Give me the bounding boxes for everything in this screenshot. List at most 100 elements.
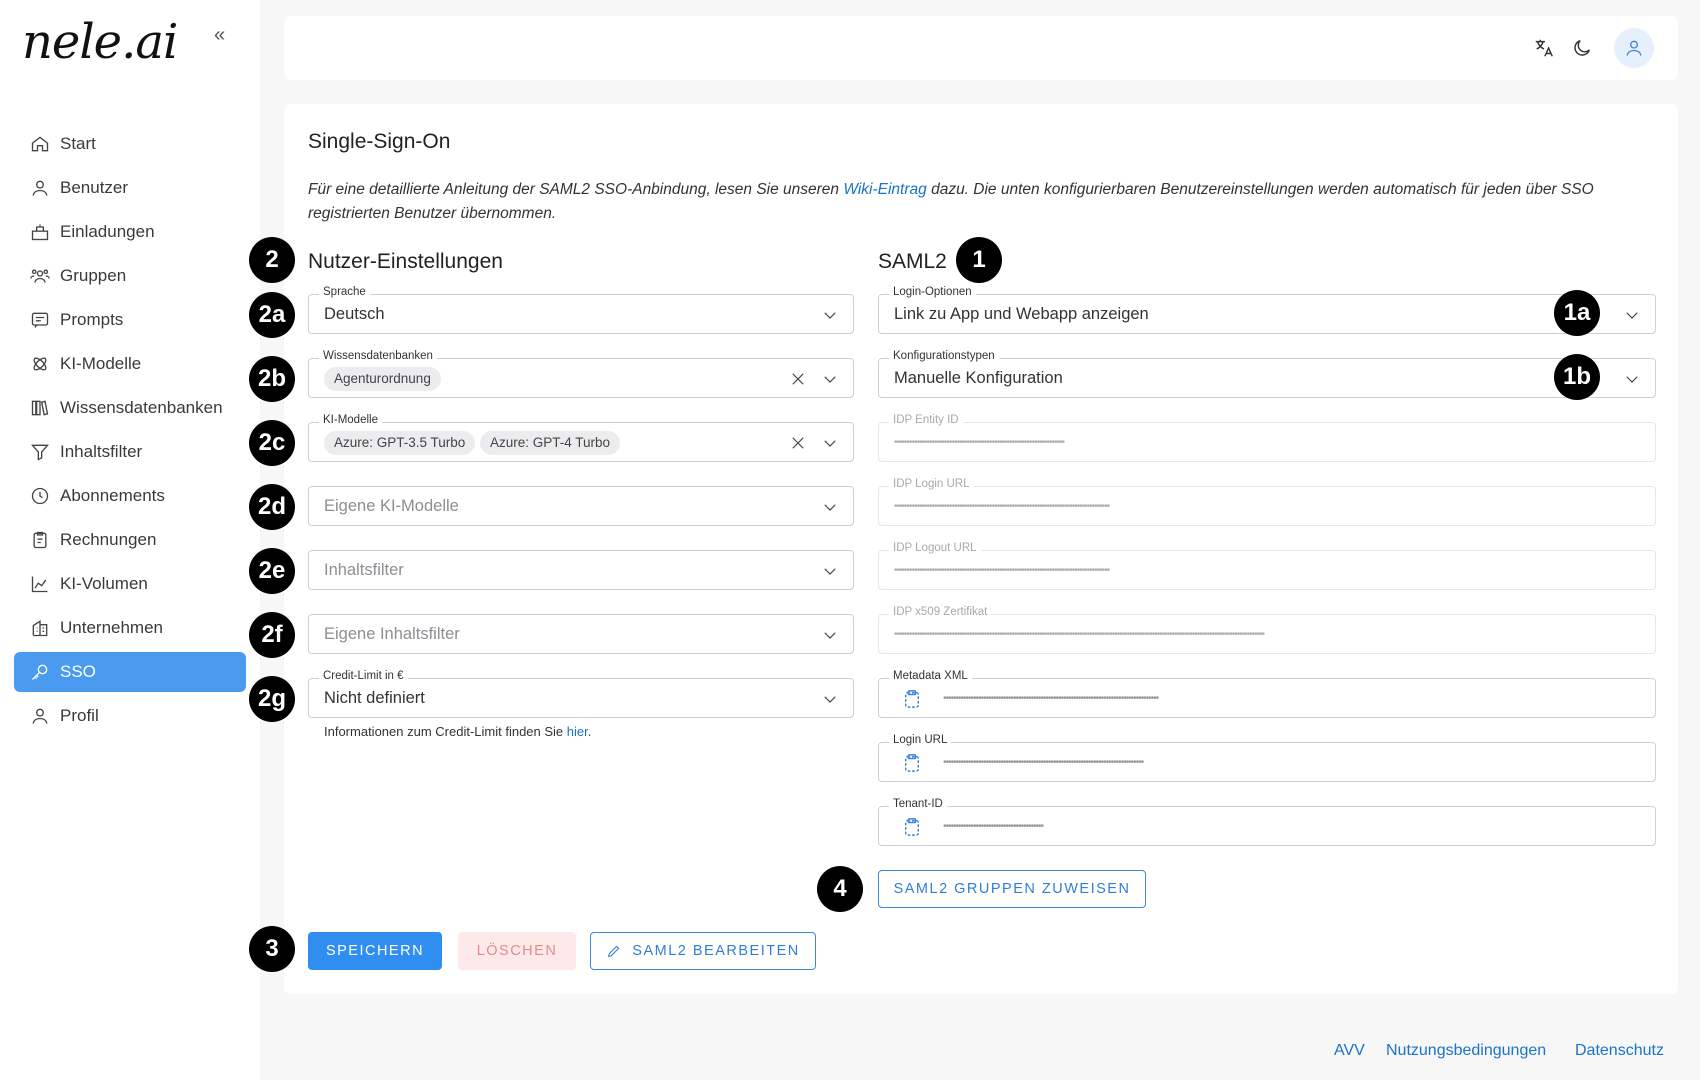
chevron-down-icon bbox=[1623, 306, 1641, 324]
sidebar-item-ki-modelle[interactable]: KI-Modelle bbox=[14, 344, 246, 384]
sidebar-item-einladungen[interactable]: Einladungen bbox=[14, 212, 246, 252]
clear-icon[interactable] bbox=[789, 434, 807, 452]
chip: Azure: GPT-3.5 Turbo bbox=[324, 431, 476, 455]
annotation-badge-2b: 2b bbox=[249, 356, 295, 402]
chevron-down-icon bbox=[821, 562, 839, 580]
user-avatar-icon[interactable] bbox=[1614, 28, 1654, 68]
prompt-icon bbox=[30, 310, 50, 330]
sidebar-item-ki-volumen[interactable]: KI-Volumen bbox=[14, 564, 246, 604]
clock-icon bbox=[30, 486, 50, 506]
building-icon bbox=[30, 618, 50, 638]
save-button[interactable]: SPEICHERN bbox=[308, 932, 442, 970]
sidebar-item-sso[interactable]: SSO bbox=[14, 652, 246, 692]
chevron-down-icon bbox=[821, 690, 839, 708]
login-url-field[interactable]: Login URL ••••••••••••••••••••••••••••••… bbox=[878, 733, 1656, 782]
sidebar-item-prompts[interactable]: Prompts bbox=[14, 300, 246, 340]
collapse-sidebar-button[interactable]: « bbox=[214, 24, 225, 47]
sidebar-item-start[interactable]: Start bbox=[14, 124, 246, 164]
moon-icon[interactable] bbox=[1570, 36, 1594, 60]
user-settings-title: Nutzer-Einstellungen bbox=[308, 250, 503, 273]
copy-clipboard-icon[interactable] bbox=[903, 753, 921, 773]
delete-button[interactable]: LÖSCHEN bbox=[458, 932, 576, 970]
field-value: Deutsch bbox=[324, 305, 385, 323]
sidebar-item-wissensdatenbanken[interactable]: Wissensdatenbanken bbox=[14, 388, 246, 428]
tenant-id-field[interactable]: Tenant-ID ••••••••••••••••••••••••••••••… bbox=[878, 797, 1656, 846]
chevron-down-icon bbox=[821, 306, 839, 324]
field-value: Link zu App und Webapp anzeigen bbox=[894, 305, 1149, 323]
own-ai-models-select[interactable]: Eigene KI-Modelle bbox=[308, 486, 854, 526]
sidebar-item-label: KI-Volumen bbox=[60, 574, 148, 593]
field-label: Wissensdatenbanken bbox=[319, 349, 437, 363]
configuration-type-select[interactable]: Konfigurationstypen Manuelle Konfigurati… bbox=[878, 349, 1656, 398]
masked-value: •••••••••••••••••••••••••••••••••••••••• bbox=[943, 821, 1044, 832]
edit-saml2-button[interactable]: SAML2 BEARBEITEN bbox=[590, 932, 816, 970]
chevron-down-icon bbox=[1623, 370, 1641, 388]
sidebar-item-benutzer[interactable]: Benutzer bbox=[14, 168, 246, 208]
field-label: IDP x509 Zertifikat bbox=[889, 605, 992, 619]
chart-icon bbox=[30, 574, 50, 594]
field-label: Metadata XML bbox=[889, 669, 972, 683]
page-description: Für eine detaillierte Anleitung der SAML… bbox=[308, 178, 1648, 226]
metadata-xml-field[interactable]: Metadata XML •••••••••••••••••••••••••••… bbox=[878, 669, 1656, 718]
language-select[interactable]: Sprache Deutsch bbox=[308, 285, 854, 334]
login-options-select[interactable]: Login-Optionen Link zu App und Webapp an… bbox=[878, 285, 1656, 334]
masked-value: ••••••••••••••••••••••••••••••••••••••••… bbox=[943, 693, 1159, 704]
chevron-down-icon bbox=[821, 434, 839, 452]
knowledge-bases-select[interactable]: Wissensdatenbanken Agenturordnung bbox=[308, 349, 854, 398]
sidebar-nav: Start Benutzer Einladungen Gruppen Promp… bbox=[14, 124, 246, 740]
field-value: Nicht definiert bbox=[324, 689, 425, 707]
field-label: Konfigurationstypen bbox=[889, 349, 999, 363]
sidebar-item-profil[interactable]: Profil bbox=[14, 696, 246, 736]
field-placeholder: Inhaltsfilter bbox=[324, 561, 404, 579]
pencil-icon bbox=[606, 943, 622, 959]
annotation-badge-2f: 2f bbox=[249, 612, 295, 658]
annotation-badge-1: 1 bbox=[956, 237, 1002, 283]
sidebar-item-gruppen[interactable]: Gruppen bbox=[14, 256, 246, 296]
translate-icon[interactable] bbox=[1532, 36, 1556, 60]
footer-link-terms[interactable]: Nutzungsbedingungen bbox=[1386, 1042, 1546, 1060]
assign-saml2-groups-button[interactable]: SAML2 GRUPPEN ZUWEISEN bbox=[878, 870, 1146, 908]
field-placeholder: Eigene KI-Modelle bbox=[324, 497, 459, 515]
group-icon bbox=[30, 266, 50, 286]
chip: Agenturordnung bbox=[324, 367, 441, 391]
wiki-link[interactable]: Wiki-Eintrag bbox=[843, 181, 926, 198]
chevron-down-icon bbox=[821, 626, 839, 644]
page-title: Single-Sign-On bbox=[308, 130, 451, 153]
sidebar-item-unternehmen[interactable]: Unternehmen bbox=[14, 608, 246, 648]
sidebar-item-label: Abonnements bbox=[60, 486, 165, 505]
home-icon bbox=[30, 134, 50, 154]
invite-icon bbox=[30, 222, 50, 242]
footer-link-privacy[interactable]: Datenschutz bbox=[1575, 1042, 1664, 1060]
copy-clipboard-icon[interactable] bbox=[903, 817, 921, 837]
saml2-title: SAML2 bbox=[878, 250, 947, 273]
annotation-badge-2a: 2a bbox=[249, 292, 295, 338]
sidebar-item-label: Inhaltsfilter bbox=[60, 442, 143, 461]
field-label: IDP Login URL bbox=[889, 477, 974, 491]
ai-models-select[interactable]: KI-Modelle Azure: GPT-3.5 Turbo Azure: G… bbox=[308, 413, 854, 462]
copy-clipboard-icon[interactable] bbox=[903, 689, 921, 709]
own-content-filter-select[interactable]: Eigene Inhaltsfilter bbox=[308, 614, 854, 654]
masked-value: ••••••••••••••••••••••••••••••••••••••••… bbox=[894, 565, 1110, 576]
field-label: Sprache bbox=[319, 285, 370, 299]
field-label: Tenant-ID bbox=[889, 797, 947, 811]
sidebar-item-inhaltsfilter[interactable]: Inhaltsfilter bbox=[14, 432, 246, 472]
content-filter-select[interactable]: Inhaltsfilter bbox=[308, 550, 854, 590]
annotation-badge-1b: 1b bbox=[1554, 354, 1600, 400]
clear-icon[interactable] bbox=[789, 370, 807, 388]
chevron-down-icon bbox=[821, 370, 839, 388]
filter-icon bbox=[30, 442, 50, 462]
user-icon bbox=[30, 178, 50, 198]
idp-x509-certificate-field: IDP x509 Zertifikat ••••••••••••••••••••… bbox=[878, 605, 1656, 654]
annotation-badge-2c: 2c bbox=[249, 420, 295, 466]
annotation-badge-1a: 1a bbox=[1554, 290, 1600, 336]
credit-limit-info-link[interactable]: hier bbox=[567, 724, 588, 739]
sidebar-item-abonnements[interactable]: Abonnements bbox=[14, 476, 246, 516]
description-text: Für eine detaillierte Anleitung der SAML… bbox=[308, 181, 844, 198]
profile-icon bbox=[30, 706, 50, 726]
footer-link-avv[interactable]: AVV bbox=[1334, 1042, 1365, 1060]
sidebar-item-rechnungen[interactable]: Rechnungen bbox=[14, 520, 246, 560]
credit-limit-select[interactable]: Credit-Limit in € Nicht definiert bbox=[308, 669, 854, 718]
logo: nele.ai bbox=[22, 14, 178, 70]
credit-limit-helper: Informationen zum Credit-Limit finden Si… bbox=[324, 724, 591, 739]
annotation-badge-4: 4 bbox=[817, 866, 863, 912]
